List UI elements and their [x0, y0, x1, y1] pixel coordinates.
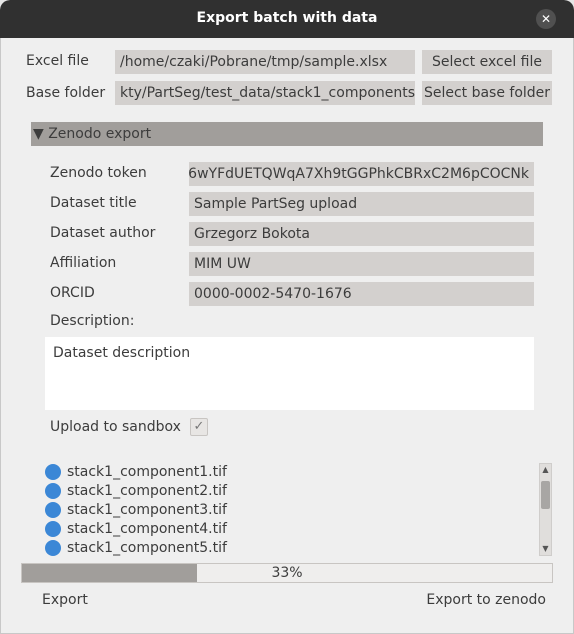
- file-name: stack1_component5.tif: [67, 539, 227, 556]
- check-circle-icon: [45, 482, 61, 499]
- orcid-input[interactable]: 0000-0002-5470-1676: [189, 282, 534, 306]
- description-label: Description:: [50, 313, 135, 329]
- upload-to-sandbox-checkbox[interactable]: ✓: [190, 418, 208, 436]
- window-title: Export batch with data: [196, 10, 378, 26]
- file-list-scrollbar[interactable]: ▲ ▼: [539, 463, 552, 556]
- file-name: stack1_component4.tif: [67, 520, 227, 537]
- base-folder-path: kty/PartSeg/test_data/stack1_components: [115, 81, 415, 105]
- base-folder-label: Base folder: [26, 85, 106, 101]
- list-item[interactable]: stack1_component1.tif: [45, 462, 535, 481]
- progress-bar: 33%: [21, 563, 553, 583]
- export-button[interactable]: Export: [42, 592, 88, 608]
- list-item[interactable]: stack1_component2.tif: [45, 481, 535, 500]
- scroll-thumb[interactable]: [541, 481, 550, 509]
- check-circle-icon: [45, 520, 61, 537]
- close-icon: ✕: [540, 12, 552, 26]
- select-excel-file-button[interactable]: Select excel file: [422, 50, 552, 74]
- affiliation-label: Affiliation: [50, 255, 117, 271]
- dataset-title-input[interactable]: Sample PartSeg upload: [189, 192, 534, 216]
- dataset-author-label: Dataset author: [50, 225, 156, 241]
- titlebar: Export batch with data ✕: [0, 0, 574, 38]
- checkmark-icon: ✓: [193, 419, 205, 434]
- progress-text: 33%: [271, 565, 303, 581]
- file-name: stack1_component2.tif: [67, 482, 227, 499]
- dataset-title-label: Dataset title: [50, 195, 137, 211]
- file-list: stack1_component1.tif stack1_component2.…: [45, 462, 535, 556]
- check-circle-icon: [45, 501, 61, 518]
- orcid-label: ORCID: [50, 285, 95, 301]
- check-circle-icon: [45, 539, 61, 556]
- list-item[interactable]: stack1_component5.tif: [45, 538, 535, 556]
- scroll-up-icon[interactable]: ▲: [540, 464, 551, 476]
- zenodo-token-label: Zenodo token: [50, 165, 147, 181]
- list-item[interactable]: stack1_component4.tif: [45, 519, 535, 538]
- file-name: stack1_component3.tif: [67, 501, 227, 518]
- description-textarea[interactable]: Dataset description: [45, 337, 534, 410]
- list-item[interactable]: stack1_component3.tif: [45, 500, 535, 519]
- scroll-down-icon[interactable]: ▼: [540, 543, 551, 555]
- file-name: stack1_component1.tif: [67, 463, 227, 480]
- affiliation-input[interactable]: MIM UW: [189, 252, 534, 276]
- excel-file-path: /home/czaki/Pobrane/tmp/sample.xlsx: [115, 50, 415, 74]
- check-circle-icon: [45, 463, 61, 480]
- zenodo-export-toggle[interactable]: ▼ Zenodo export: [31, 122, 543, 146]
- zenodo-token-input[interactable]: D6wYFdUETQWqA7Xh9tGGPhkCBRxC2M6pCOCNk: [189, 162, 534, 186]
- excel-file-label: Excel file: [26, 53, 89, 69]
- export-dialog: Export batch with data ✕ Excel file /hom…: [0, 0, 574, 634]
- upload-to-sandbox-label: Upload to sandbox: [50, 419, 181, 435]
- dataset-author-input[interactable]: Grzegorz Bokota: [189, 222, 534, 246]
- export-to-zenodo-button[interactable]: Export to zenodo: [426, 592, 546, 608]
- close-button[interactable]: ✕: [536, 9, 556, 29]
- select-base-folder-button[interactable]: Select base folder: [422, 81, 552, 105]
